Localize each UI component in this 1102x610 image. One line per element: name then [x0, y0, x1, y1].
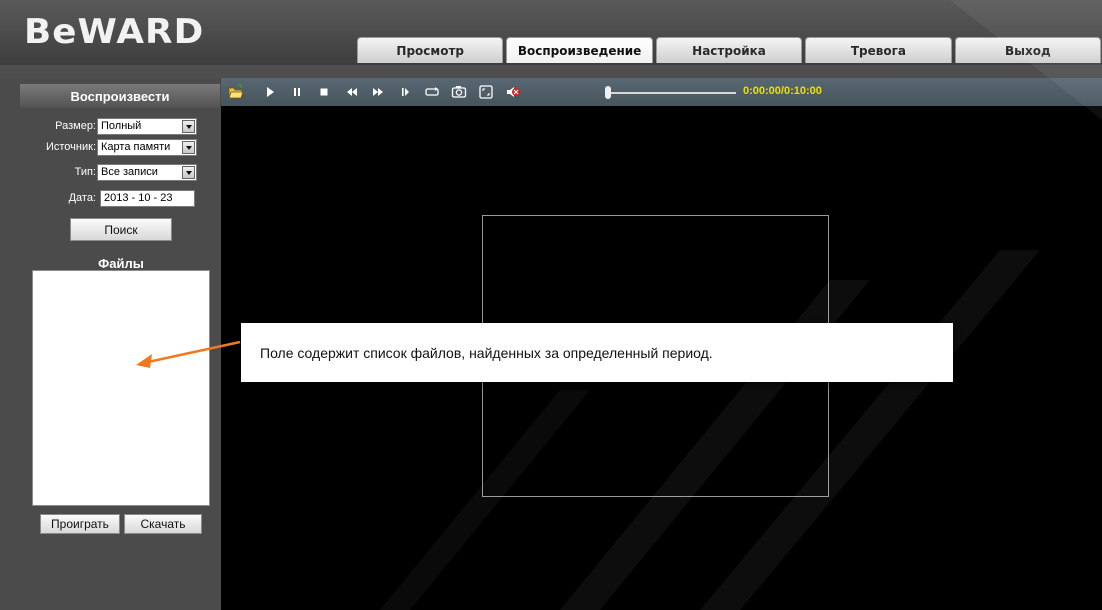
- player-toolbar: 0:00:00/0:10:00: [221, 78, 1102, 106]
- date-row: Дата: 2013 - 10 - 23: [0, 190, 221, 208]
- files-label: Файлы: [98, 256, 144, 271]
- size-value: Полный: [101, 120, 142, 132]
- loop-icon[interactable]: [424, 84, 440, 100]
- tab-settings[interactable]: Настройка: [655, 37, 803, 63]
- stop-icon[interactable]: [316, 84, 332, 100]
- tab-view[interactable]: Просмотр: [357, 37, 504, 63]
- source-row: Источник: Карта памяти: [0, 139, 221, 157]
- chevron-down-icon[interactable]: [182, 141, 195, 154]
- main-tabs: Просмотр Воспроизведение Настройка Трево…: [357, 37, 1102, 65]
- type-row: Тип: Все записи: [0, 164, 221, 182]
- play-button[interactable]: Проиграть: [40, 514, 120, 534]
- fast-forward-icon[interactable]: [370, 84, 386, 100]
- tab-playback[interactable]: Воспроизведение: [506, 37, 653, 63]
- type-label: Тип:: [74, 166, 96, 178]
- rewind-icon[interactable]: [344, 84, 360, 100]
- size-row: Размер: Полный: [0, 118, 221, 136]
- chevron-down-icon[interactable]: [182, 166, 195, 179]
- snapshot-icon[interactable]: [451, 84, 467, 100]
- seek-track[interactable]: [610, 92, 736, 94]
- play-icon[interactable]: [262, 84, 278, 100]
- download-button[interactable]: Скачать: [124, 514, 202, 534]
- seek-slider-handle[interactable]: [605, 86, 611, 99]
- sidebar-title: Воспроизвести: [20, 84, 220, 108]
- type-select[interactable]: Все записи: [97, 164, 197, 181]
- source-label: Источник:: [45, 141, 96, 153]
- app-window: BeWARD Просмотр Воспроизведение Настройк…: [0, 0, 1102, 610]
- type-value: Все записи: [101, 166, 158, 178]
- chevron-down-icon[interactable]: [182, 120, 195, 133]
- date-label: Дата:: [68, 192, 96, 204]
- search-button[interactable]: Поиск: [70, 218, 172, 241]
- step-forward-icon[interactable]: [397, 84, 413, 100]
- size-label: Размер:: [55, 120, 96, 132]
- pause-icon[interactable]: [289, 84, 305, 100]
- source-value: Карта памяти: [101, 141, 171, 153]
- file-list[interactable]: [32, 270, 210, 506]
- tab-exit[interactable]: Выход: [954, 37, 1102, 63]
- time-readout: 0:00:00/0:10:00: [743, 85, 822, 97]
- date-input[interactable]: 2013 - 10 - 23: [100, 190, 195, 207]
- fullscreen-icon[interactable]: [478, 84, 494, 100]
- size-select[interactable]: Полный: [97, 118, 197, 135]
- annotation-callout: Поле содержит список файлов, найденных з…: [241, 323, 953, 382]
- source-select[interactable]: Карта памяти: [97, 139, 197, 156]
- open-folder-icon[interactable]: [228, 84, 244, 100]
- tab-alarm[interactable]: Тревога: [805, 37, 952, 63]
- logo: BeWARD: [24, 12, 205, 52]
- playback-sidebar: Воспроизвести Размер: Полный Источник: К…: [0, 78, 221, 610]
- mute-icon[interactable]: [505, 84, 521, 100]
- header: BeWARD Просмотр Воспроизведение Настройк…: [0, 0, 1102, 65]
